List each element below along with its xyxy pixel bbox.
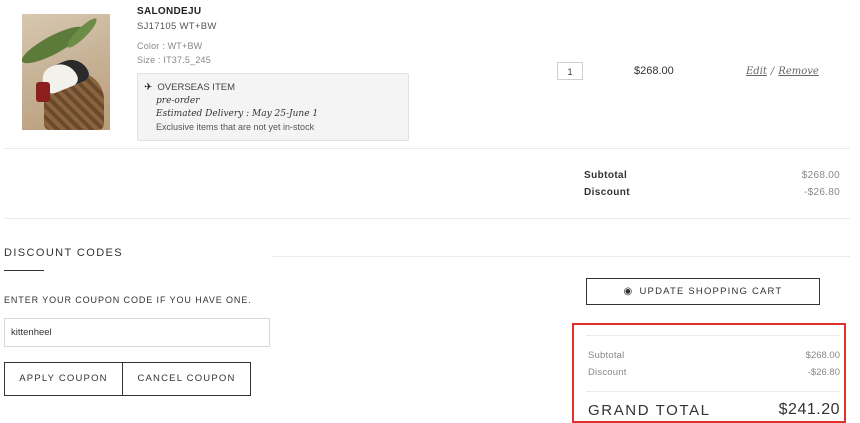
summary-discount-label: Discount [584, 187, 630, 198]
update-shopping-cart-button[interactable]: ◉ UPDATE SHOPPING CART [586, 278, 820, 305]
discount-section-divider [272, 256, 850, 257]
item-actions: Edit / Remove [746, 66, 819, 77]
totals-subtotal-value: $268.00 [805, 350, 840, 361]
exclusive-note: Exclusive items that are not yet in-stoc… [156, 122, 315, 132]
product-image[interactable] [22, 14, 110, 130]
apply-coupon-button[interactable]: APPLY COUPON [4, 362, 123, 396]
grand-total-value: $241.20 [778, 401, 840, 418]
preorder-label: pre-order [156, 96, 200, 106]
totals-discount-value: -$26.80 [807, 367, 840, 378]
summary-discount-value: -$26.80 [803, 187, 840, 198]
product-brand[interactable]: SALONDEJU [137, 6, 201, 17]
product-sku: SJ17105 WT+BW [137, 21, 217, 32]
item-divider [4, 148, 850, 149]
totals-box: Subtotal $268.00 Discount -$26.80 GRAND … [572, 323, 846, 423]
target-icon: ◉ [623, 286, 634, 297]
airplane-icon: ✈ [144, 82, 153, 93]
estimated-delivery: Estimated Delivery : May 25-June 1 [156, 109, 319, 119]
summary-subtotal-value: $268.00 [801, 170, 840, 181]
product-size: Size : IT37.5_245 [137, 55, 211, 65]
remove-link[interactable]: Remove [778, 66, 819, 77]
overseas-title: OVERSEAS ITEM [157, 82, 235, 93]
discount-title-underline [4, 270, 44, 271]
unit-price: $268.00 [634, 65, 674, 77]
quantity-input[interactable]: 1 [557, 62, 583, 80]
shoe-heel-shape [36, 82, 50, 102]
coupon-instruction: ENTER YOUR COUPON CODE IF YOU HAVE ONE. [4, 295, 252, 305]
totals-grand-divider [586, 391, 840, 392]
overseas-item-notice: ✈ OVERSEAS ITEM pre-order Estimated Deli… [137, 73, 409, 141]
cancel-coupon-button[interactable]: CANCEL COUPON [122, 362, 251, 396]
product-color: Color : WT+BW [137, 41, 203, 51]
discount-codes-title: DISCOUNT CODES [4, 247, 124, 259]
coupon-code-input[interactable]: kittenheel [4, 318, 270, 347]
grand-total-label: GRAND TOTAL [588, 402, 711, 419]
overseas-title-row: ✈ OVERSEAS ITEM [144, 82, 235, 93]
summary-divider [4, 218, 850, 219]
summary-subtotal-label: Subtotal [584, 170, 628, 181]
totals-top-divider [586, 335, 840, 336]
totals-subtotal-label: Subtotal [588, 350, 625, 361]
update-cart-label: UPDATE SHOPPING CART [639, 286, 783, 297]
totals-discount-label: Discount [588, 367, 627, 378]
action-separator: / [770, 66, 775, 77]
edit-link[interactable]: Edit [746, 66, 767, 77]
